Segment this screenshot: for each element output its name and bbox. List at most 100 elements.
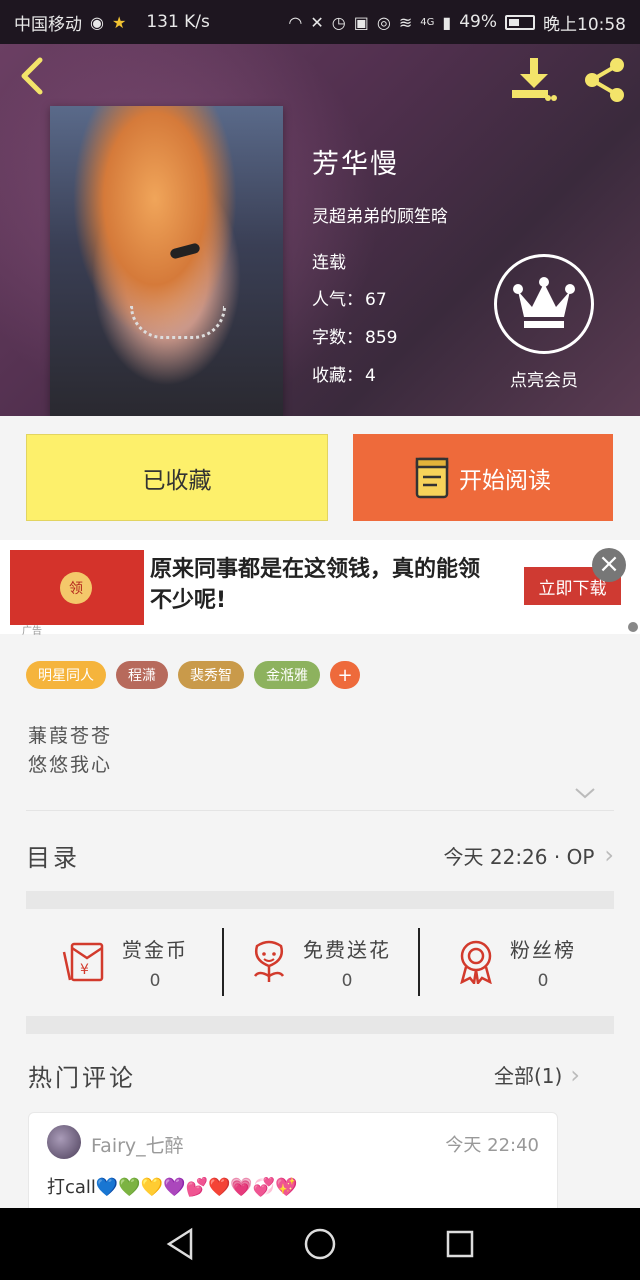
section-separator: [26, 891, 614, 909]
ad-banner[interactable]: 领 广告 原来同事都是在这领钱，真的能领不少呢! 立即下载 ×: [0, 540, 640, 637]
vip-label[interactable]: 点亮会员: [494, 366, 594, 391]
all-comments-label: 全部(1): [494, 1064, 563, 1088]
square-recents-icon: [446, 1230, 474, 1258]
add-tag-button[interactable]: +: [330, 661, 360, 689]
vip-button[interactable]: [494, 254, 594, 354]
alarm-icon: ◷: [331, 12, 346, 32]
ad-image[interactable]: 领 广告: [10, 550, 144, 637]
battery-percent: 49%: [459, 12, 497, 32]
star-badge-icon: ★: [111, 12, 127, 32]
reward-coins-label: 赏金币: [122, 937, 188, 962]
table-of-contents-row[interactable]: 目录 今天 22:26 · OP ›: [26, 832, 614, 878]
favorited-label: 已收藏: [142, 467, 212, 494]
signal-icon: ▮: [442, 12, 452, 32]
send-flowers-count: 0: [341, 970, 353, 991]
nav-home-button[interactable]: [300, 1224, 340, 1264]
ad-info-icon[interactable]: [628, 622, 638, 632]
description-line: 悠悠我心: [28, 754, 113, 776]
cover-microphone: [169, 242, 201, 260]
share-icon: [585, 58, 624, 102]
popularity-label: 人气：: [312, 290, 363, 310]
share-button[interactable]: [580, 56, 630, 102]
chevron-right-icon: ›: [570, 1060, 580, 1089]
send-flowers-button[interactable]: 免费送花 0: [222, 926, 418, 998]
divider: [26, 810, 614, 811]
triangle-back-icon: [166, 1227, 193, 1261]
ad-close-button[interactable]: ×: [592, 548, 626, 582]
circle-home-icon: [304, 1228, 336, 1260]
headphones-icon: ◠: [288, 12, 303, 32]
network-type: 4G: [420, 16, 435, 28]
network-speed: 131 K/s: [146, 12, 210, 32]
ad-headline[interactable]: 原来同事都是在这领钱，真的能领不少呢!: [150, 554, 490, 616]
svg-text:¥: ¥: [80, 962, 89, 978]
comment-body: 打call💙💚💛💜💕❤️💗💞💖: [47, 1177, 298, 1198]
nav-back-button[interactable]: [160, 1224, 200, 1264]
eye-icon: ◎: [376, 12, 391, 32]
avatar[interactable]: [47, 1125, 81, 1159]
system-navigation-bar: [0, 1208, 640, 1280]
send-flowers-label: 免费送花: [303, 937, 391, 962]
comment-username[interactable]: Fairy_七醉: [91, 1131, 184, 1158]
medal-icon: [460, 940, 492, 984]
favorited-button[interactable]: 已收藏: [26, 434, 328, 521]
popularity-row: 人气： 67: [312, 285, 387, 310]
carrier-label: 中国移动: [14, 14, 82, 35]
book-status: 连载: [312, 253, 346, 273]
book-description: 蒹葭苍苍 悠悠我心: [28, 722, 112, 780]
close-icon: ×: [598, 549, 620, 579]
status-bar: 中国移动 ◉ ★ 131 K/s ◠ ✕ ◷ ▣ ◎ ≋ 4G ▮ 49% 晚上…: [0, 0, 640, 44]
toc-title: 目录: [26, 843, 80, 872]
chevron-down-icon: [575, 788, 595, 799]
interaction-stats: ¥ 赏金币 0 免费送花 0 粉丝榜 0: [26, 926, 614, 998]
nav-recents-button[interactable]: [440, 1224, 480, 1264]
wifi-icon: ≋: [398, 12, 413, 32]
tag-item[interactable]: 裴秀智: [178, 661, 244, 689]
download-icon: [512, 58, 557, 101]
toc-updated: 今天 22:26 · OP: [443, 844, 595, 869]
word-count-row: 字数： 859: [312, 323, 397, 348]
popularity-value: 67: [365, 290, 387, 310]
expand-description-button[interactable]: [574, 782, 596, 804]
favorites-value: 4: [365, 366, 376, 386]
word-count-value: 859: [365, 328, 398, 348]
ad-tag: 广告: [22, 626, 42, 637]
flower-icon: [253, 940, 285, 982]
globe-icon: ◉: [90, 12, 104, 32]
coin-envelope-icon: ¥: [62, 942, 104, 982]
favorites-label: 收藏：: [312, 366, 363, 386]
cover-necklace: [130, 306, 226, 339]
book-author[interactable]: 灵超弟弟的顾笙晗: [312, 202, 448, 227]
clock: 晚上10:58: [543, 14, 626, 35]
all-comments-link[interactable]: 全部(1) ›: [494, 1060, 580, 1089]
hot-comments-title: 热门评论: [28, 1064, 136, 1092]
description-line: 蒹葭苍苍: [28, 725, 113, 747]
ad-coin: 领: [60, 572, 92, 604]
fan-ranking-button[interactable]: 粉丝榜 0: [418, 926, 614, 998]
start-reading-button[interactable]: 开始阅读: [353, 434, 613, 521]
tag-item[interactable]: 程潇: [116, 661, 168, 689]
book-icon: [415, 457, 449, 498]
tag-list: 明星同人 程潇 裴秀智 金湉雅 +: [26, 661, 360, 689]
tag-item[interactable]: 金湉雅: [254, 661, 320, 689]
word-count-label: 字数：: [312, 328, 363, 348]
download-button[interactable]: [508, 56, 558, 102]
book-cover[interactable]: [50, 106, 283, 416]
comment-card[interactable]: Fairy_七醉 今天 22:40 打call💙💚💛💜💕❤️💗💞💖: [28, 1112, 558, 1222]
reward-coins-button[interactable]: ¥ 赏金币 0: [26, 926, 222, 998]
favorites-row: 收藏： 4: [312, 361, 376, 386]
fan-ranking-label: 粉丝榜: [510, 937, 576, 962]
tag-item[interactable]: 明星同人: [26, 661, 106, 689]
crown-icon: [513, 277, 575, 328]
start-reading-label: 开始阅读: [459, 467, 551, 494]
chevron-left-icon: [21, 57, 43, 95]
hd-icon: ▣: [353, 12, 369, 32]
chevron-right-icon: ›: [604, 841, 614, 869]
comment-timestamp: 今天 22:40: [445, 1135, 539, 1156]
book-title: 芳华慢: [312, 149, 399, 180]
fan-ranking-count: 0: [537, 970, 549, 991]
battery-icon: [505, 14, 535, 30]
reward-coins-count: 0: [149, 970, 161, 991]
back-button[interactable]: [16, 56, 56, 96]
mute-icon: ✕: [310, 12, 324, 32]
